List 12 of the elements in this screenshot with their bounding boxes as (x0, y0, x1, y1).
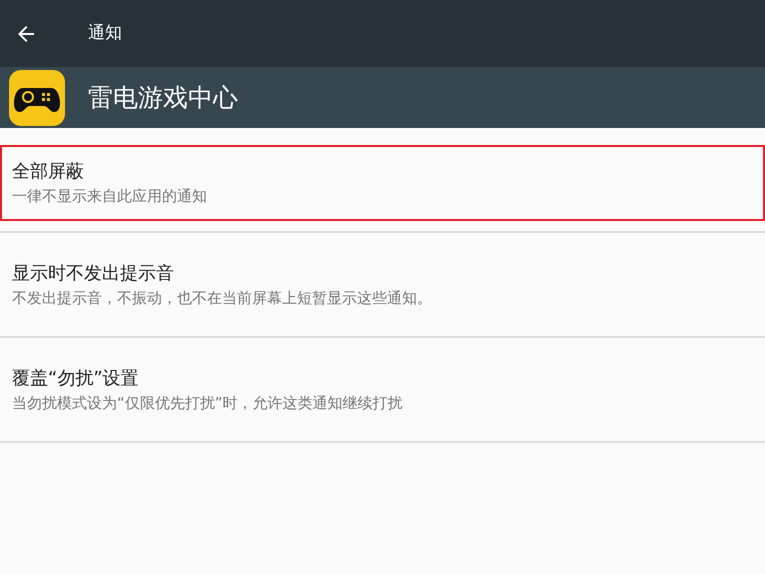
setting-item[interactable]: 全部屏蔽 一律不显示来自此应用的通知 (0, 145, 765, 221)
page-title: 通知 (88, 22, 122, 45)
setting-title: 全部屏蔽 (12, 160, 85, 184)
gamepad-icon (9, 70, 65, 126)
setting-title: 显示时不发出提示音 (12, 262, 175, 286)
setting-summary: 不发出提示音，不振动，也不在当前屏幕上短暂显示这些通知。 (12, 288, 433, 308)
setting-title: 覆盖“勿扰”设置 (12, 366, 140, 390)
app-name: 雷电游戏中心 (88, 82, 238, 114)
setting-item[interactable]: 显示时不发出提示音 不发出提示音，不振动，也不在当前屏幕上短暂显示这些通知。 (0, 233, 765, 336)
setting-summary: 当勿扰模式设为“仅限优先打扰”时，允许这类通知继续打扰 (12, 392, 404, 414)
setting-summary: 一律不显示来自此应用的通知 (12, 186, 208, 207)
setting-item[interactable]: 覆盖“勿扰”设置 当勿扰模式设为“仅限优先打扰”时，允许这类通知继续打扰 (0, 338, 765, 441)
